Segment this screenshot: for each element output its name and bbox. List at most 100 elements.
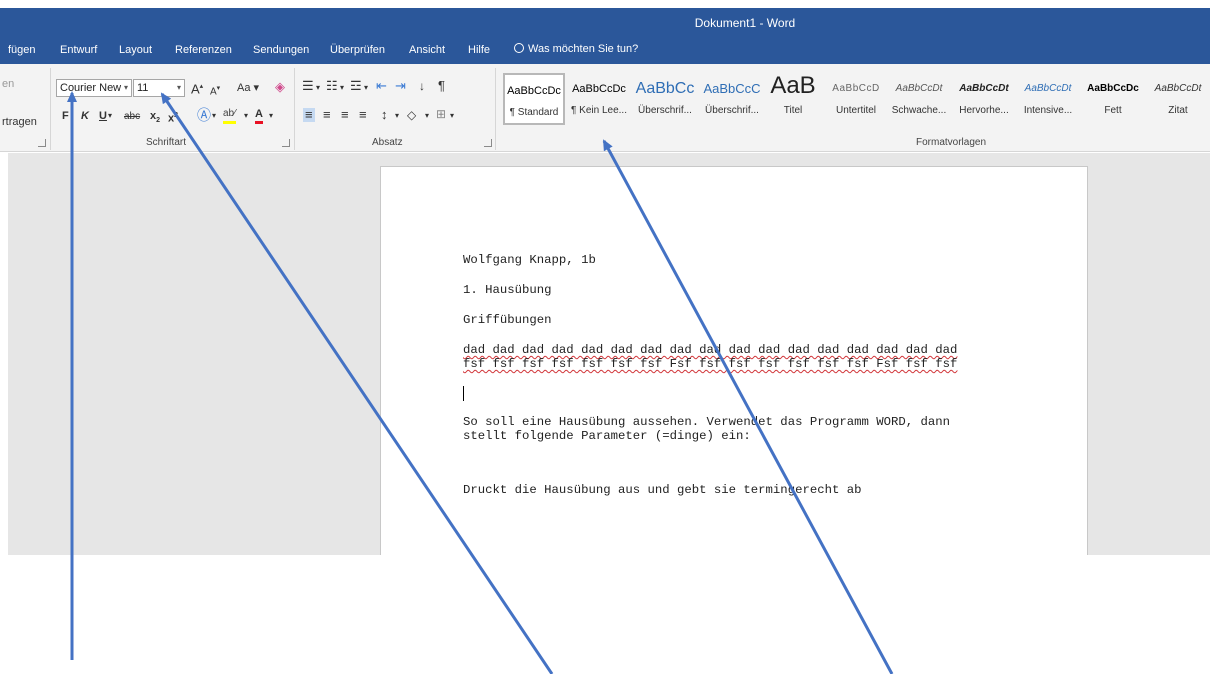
borders-icon[interactable]: ⊞ — [436, 107, 446, 121]
numbered-list-icon[interactable]: ☷ — [326, 79, 338, 93]
superscript-button[interactable]: x2 — [168, 109, 178, 126]
clear-formatting-icon[interactable]: ◈ — [275, 80, 285, 94]
chevron-down-icon[interactable]: ▾ — [316, 81, 320, 95]
align-center-icon[interactable]: ≡ — [323, 108, 331, 122]
tab-entwurf[interactable]: Entwurf — [60, 44, 97, 56]
change-case-label: Aa — [237, 82, 251, 94]
text-cursor — [463, 386, 464, 401]
tab-layout[interactable]: Layout — [119, 44, 152, 56]
underline-button[interactable]: U — [99, 109, 107, 123]
increase-indent-icon[interactable]: ⇥ — [395, 79, 406, 93]
pilcrow-icon[interactable]: ¶ — [438, 79, 445, 93]
style-ueberschrift-2[interactable]: AaBbCcC Überschrif... — [699, 73, 765, 125]
chevron-down-icon: ▾ — [176, 83, 181, 92]
highlight-color-icon[interactable]: ab⁄ — [223, 107, 236, 124]
group-label-font: Schriftart — [146, 137, 187, 148]
clipboard-cut-label: en — [2, 78, 15, 90]
chevron-down-icon[interactable]: ▾ — [340, 81, 344, 95]
change-case-button[interactable]: Aa ▾ — [237, 81, 259, 95]
multilevel-list-icon[interactable]: ☲ — [350, 79, 362, 93]
style-sample: AaBbCcDt — [895, 83, 943, 94]
chevron-down-icon[interactable]: ▾ — [395, 109, 399, 123]
justify-icon[interactable]: ≡ — [359, 108, 367, 122]
align-left-icon[interactable]: ≡ — [303, 108, 315, 122]
style-untertitel[interactable]: AaBbCcD Untertitel — [827, 73, 885, 125]
chevron-down-icon[interactable]: ▾ — [269, 109, 273, 123]
doc-line-title[interactable]: 1. Hausübung — [463, 283, 552, 297]
italic-button[interactable]: K — [81, 109, 89, 123]
style-name: Titel — [783, 105, 803, 116]
style-name: Überschrif... — [705, 105, 759, 116]
font-color-icon[interactable]: A — [255, 107, 263, 124]
chevron-down-icon: ▾ — [123, 83, 128, 92]
title-bar: Dokument1 - Word — [0, 8, 1210, 38]
tell-me-label: Was möchten Sie tun? — [528, 43, 639, 55]
style-hervorhebung[interactable]: AaBbCcDt Hervorhe... — [953, 73, 1015, 125]
style-name: Untertitel — [835, 105, 876, 116]
ribbon: en rtragen Courier New ▾ 11 ▾ A▴ A▾ Aa ▾… — [0, 64, 1210, 152]
style-kein-leerraum[interactable]: AaBbCcDc ¶ Kein Lee... — [567, 73, 631, 125]
font-size-combo[interactable]: 11 ▾ — [133, 79, 185, 97]
text-effects-icon[interactable]: Ⓐ — [197, 108, 211, 122]
tab-ansicht[interactable]: Ansicht — [409, 44, 445, 56]
tell-me-search[interactable]: Was möchten Sie tun? — [514, 43, 638, 55]
doc-paragraph-line-1[interactable]: So soll eine Hausübung aussehen. Verwend… — [463, 415, 950, 429]
doc-paragraph-line-2[interactable]: stellt folgende Parameter (=dinge) ein: — [463, 429, 751, 443]
paragraph-dialog-launcher[interactable] — [484, 139, 492, 147]
style-titel[interactable]: AaB Titel — [766, 73, 820, 125]
line-spacing-icon[interactable]: ↕ — [381, 108, 388, 122]
style-sample: AaBbCcC — [703, 81, 761, 96]
font-dialog-launcher[interactable] — [282, 139, 290, 147]
doc-line-fsf[interactable]: fsf fsf fsf fsf fsf fsf fsf Fsf fsf fsf … — [463, 357, 957, 371]
doc-line-author[interactable]: Wolfgang Knapp, 1b — [463, 253, 596, 267]
style-intensive-hervorhebung[interactable]: AaBbCcDt Intensive... — [1017, 73, 1079, 125]
chevron-down-icon[interactable]: ▾ — [212, 109, 216, 123]
tab-einfuegen[interactable]: fügen — [8, 44, 36, 56]
style-sample: AaBbCcDc — [572, 83, 626, 95]
font-name-value: Courier New — [60, 82, 122, 94]
style-name: Fett — [1104, 105, 1122, 116]
group-separator — [50, 68, 51, 150]
group-separator — [495, 68, 496, 150]
paste-format-label[interactable]: rtragen — [2, 116, 37, 128]
grow-font-icon[interactable]: A▴ — [191, 80, 203, 96]
tab-hilfe[interactable]: Hilfe — [468, 44, 490, 56]
style-name: Zitat — [1168, 105, 1188, 116]
window-title: Dokument1 - Word — [694, 16, 796, 30]
decrease-indent-icon[interactable]: ⇤ — [376, 79, 387, 93]
doc-line-heading[interactable]: Griffübungen — [463, 313, 552, 327]
style-sample: AaBbCcDt — [1154, 83, 1202, 94]
subscript-button[interactable]: x2 — [150, 109, 160, 128]
group-label-paragraph: Absatz — [372, 137, 403, 148]
style-zitat[interactable]: AaBbCcDt Zitat — [1147, 73, 1209, 125]
chevron-down-icon[interactable]: ▾ — [450, 109, 454, 123]
chevron-down-icon[interactable]: ▾ — [108, 109, 112, 123]
align-right-icon[interactable]: ≡ — [341, 108, 349, 122]
shading-icon[interactable]: ◇ — [407, 108, 416, 122]
style-standard[interactable]: AaBbCcDc ¶ Standard — [503, 73, 565, 125]
chevron-down-icon[interactable]: ▾ — [244, 109, 248, 123]
chevron-down-icon[interactable]: ▾ — [364, 81, 368, 95]
tab-sendungen[interactable]: Sendungen — [253, 44, 309, 56]
strikethrough-button[interactable]: abc — [124, 110, 140, 124]
word-window: Dokument1 - Word fügen Entwurf Layout Re… — [0, 0, 1210, 674]
tab-referenzen[interactable]: Referenzen — [175, 44, 232, 56]
shrink-font-icon[interactable]: A▾ — [210, 82, 220, 99]
bullet-list-icon[interactable]: ☰ — [302, 79, 314, 93]
style-ueberschrift-1[interactable]: AaBbCc Überschrif... — [632, 73, 698, 125]
lightbulb-icon — [514, 43, 524, 53]
bold-button[interactable]: F — [62, 109, 69, 123]
sort-icon[interactable]: ↓ — [419, 79, 425, 93]
style-schwache-hervorhebung[interactable]: AaBbCcDt Schwache... — [888, 73, 950, 125]
doc-paragraph-line-3[interactable]: Druckt die Hausübung aus und gebt sie te… — [463, 483, 861, 497]
style-fett[interactable]: AaBbCcDc Fett — [1082, 73, 1144, 125]
style-name: Hervorhe... — [959, 105, 1009, 116]
style-sample: AaBbCc — [635, 80, 695, 97]
tab-ueberpruefen[interactable]: Überprüfen — [330, 44, 385, 56]
chevron-down-icon[interactable]: ▾ — [425, 109, 429, 123]
style-sample: AaBbCcDt — [959, 83, 1009, 94]
font-name-combo[interactable]: Courier New ▾ — [56, 79, 132, 97]
ribbon-tabs: fügen Entwurf Layout Referenzen Sendunge… — [0, 38, 1210, 64]
clipboard-dialog-launcher[interactable] — [38, 139, 46, 147]
doc-line-dad[interactable]: dad dad dad dad dad dad dad dad dad dad … — [463, 343, 957, 357]
